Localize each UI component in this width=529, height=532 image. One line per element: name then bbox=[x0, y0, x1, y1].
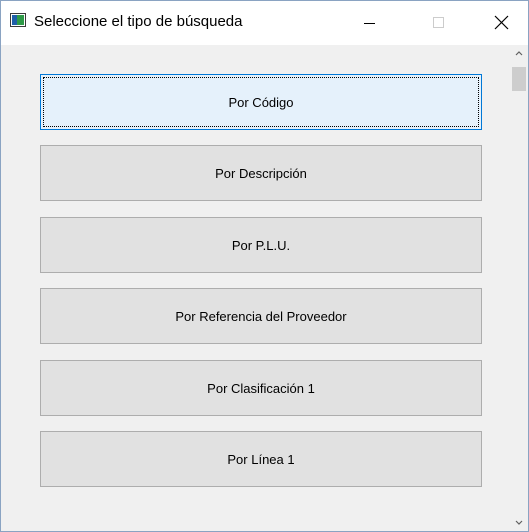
search-by-supplier-reference-button[interactable]: Por Referencia del Proveedor bbox=[40, 288, 482, 344]
close-button[interactable] bbox=[479, 1, 525, 45]
chevron-down-icon bbox=[515, 520, 523, 525]
scroll-up-button[interactable] bbox=[510, 45, 528, 62]
maximize-icon bbox=[433, 17, 444, 28]
minimize-button[interactable] bbox=[346, 1, 392, 45]
maximize-button[interactable] bbox=[415, 1, 461, 45]
vertical-scrollbar[interactable] bbox=[510, 45, 528, 531]
window-title: Seleccione el tipo de búsqueda bbox=[34, 13, 243, 30]
search-by-plu-button[interactable]: Por P.L.U. bbox=[40, 217, 482, 273]
minimize-icon bbox=[364, 23, 375, 24]
app-icon bbox=[10, 13, 26, 27]
dialog-window: Seleccione el tipo de búsqueda Por Códig… bbox=[0, 0, 529, 532]
chevron-up-icon bbox=[515, 51, 523, 56]
search-by-description-button[interactable]: Por Descripción bbox=[40, 145, 482, 201]
search-by-classification-button[interactable]: Por Clasificación 1 bbox=[40, 360, 482, 416]
client-area: Por Código Por Descripción Por P.L.U. Po… bbox=[1, 45, 510, 531]
scroll-down-button[interactable] bbox=[510, 514, 528, 531]
scroll-thumb[interactable] bbox=[512, 67, 526, 91]
search-by-code-button[interactable]: Por Código bbox=[40, 74, 482, 130]
title-bar[interactable]: Seleccione el tipo de búsqueda bbox=[1, 1, 528, 45]
search-by-line-button[interactable]: Por Línea 1 bbox=[40, 431, 482, 487]
close-icon bbox=[494, 15, 509, 30]
